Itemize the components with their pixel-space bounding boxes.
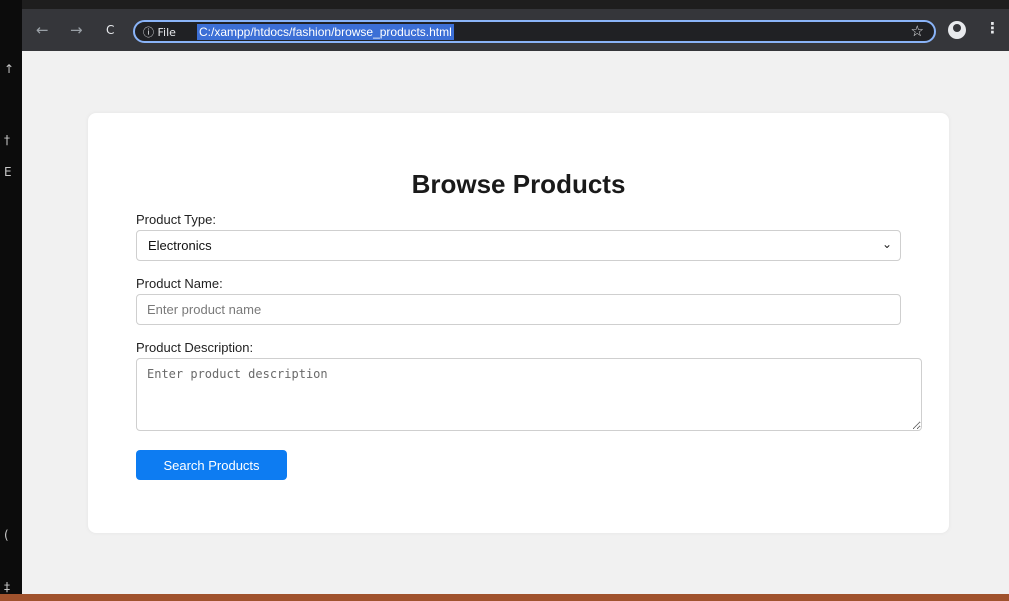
product-name-label: Product Name: [136, 276, 223, 291]
editor-glyph: ( [4, 528, 9, 542]
editor-glyph: † [4, 133, 10, 147]
editor-glyph: E [4, 165, 12, 179]
menu-icon[interactable]: ⋮ [985, 19, 1000, 37]
editor-glyph: ‡ [4, 580, 10, 594]
star-icon[interactable]: ☆ [911, 22, 924, 40]
search-products-button[interactable]: Search Products [136, 450, 287, 480]
editor-sidebar: ↑ † E ( ‡ [0, 0, 22, 601]
back-icon[interactable]: ← [36, 20, 49, 40]
reload-icon[interactable]: C [106, 20, 114, 40]
site-info-icon[interactable]: ⓘ File [143, 24, 176, 40]
forward-icon[interactable]: → [70, 20, 83, 40]
profile-icon[interactable] [948, 21, 966, 39]
product-type-value: Electronics [148, 238, 212, 253]
product-type-label: Product Type: [136, 212, 216, 227]
page-title: Browse Products [411, 169, 626, 199]
product-name-input[interactable] [136, 294, 901, 325]
editor-glyph: ↑ [4, 62, 15, 76]
product-description-label: Product Description: [136, 340, 254, 355]
product-type-select[interactable]: Electronics ⌄ [136, 230, 901, 261]
url-text[interactable]: C:/xampp/htdocs/fashion/browse_products.… [197, 24, 454, 40]
chevron-down-icon: ⌄ [881, 237, 892, 251]
address-bar[interactable]: ⓘ File C:/xampp/htdocs/fashion/browse_pr… [133, 20, 936, 43]
browser-window: ← → C ⓘ File C:/xampp/htdocs/fashion/bro… [22, 9, 1009, 594]
product-description-textarea[interactable] [136, 358, 922, 431]
browse-products-card: Browse Products Product Type: Electronic… [88, 113, 949, 533]
status-bar [0, 594, 1009, 601]
browser-toolbar: ← → C ⓘ File C:/xampp/htdocs/fashion/bro… [22, 9, 1009, 51]
